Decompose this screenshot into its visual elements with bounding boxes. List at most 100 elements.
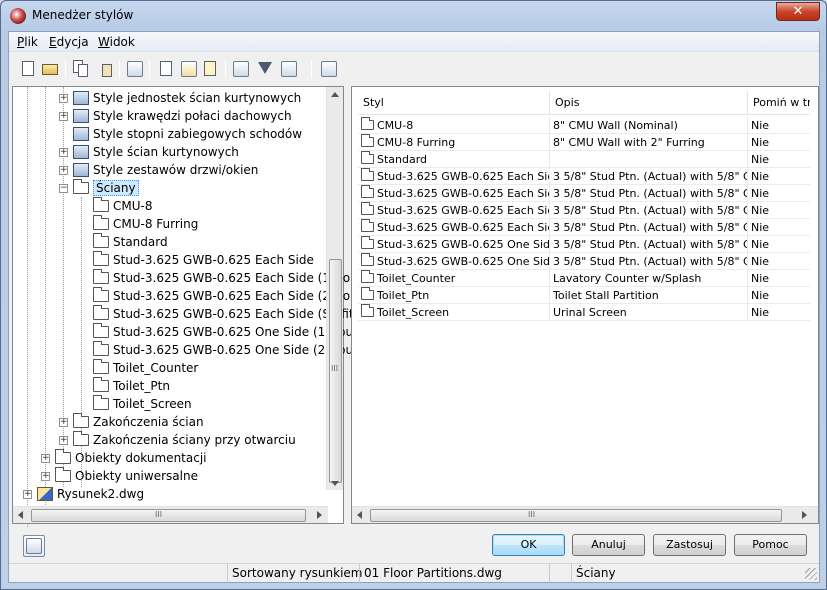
tree-item-label: CMU-8 Furring <box>113 217 199 231</box>
folder-icon <box>93 305 109 320</box>
menu-edycja[interactable]: Edycja <box>49 35 89 49</box>
folder-icon <box>93 323 109 338</box>
tree-item-label: Ściany <box>93 180 139 196</box>
folder-icon <box>93 395 109 410</box>
tree-vertical-scrollbar[interactable]: III <box>326 87 343 490</box>
table-row[interactable]: Stud-3.625 GWB-0.625 One Side... 3 5/8" S… <box>358 253 810 270</box>
apply-button[interactable]: Zastosuj <box>653 534 726 556</box>
table-row[interactable]: Stud-3.625 GWB-0.625 Each Sid... 3 5/8" S… <box>358 219 810 236</box>
table-row[interactable]: Toilet_Counter Lavatory Counter w/Splash N… <box>358 270 810 287</box>
close-button[interactable]: ✕ <box>776 2 820 21</box>
list-scroll-right-icon[interactable] <box>802 511 807 519</box>
style-name: Toilet_Counter <box>377 272 456 285</box>
tree-item-label: Style zestawów drzwi/okien <box>93 163 259 177</box>
purge-icon[interactable] <box>125 59 145 79</box>
title-bar[interactable]: Menedżer stylów ✕ <box>1 1 826 31</box>
style-folder-icon <box>361 253 374 266</box>
table-cell: Nie <box>748 304 810 321</box>
ok-button[interactable]: OK <box>492 534 565 556</box>
view-options-icon[interactable] <box>279 59 305 79</box>
menu-plik[interactable]: Plik <box>17 35 38 49</box>
table-cell: Nie <box>748 168 810 185</box>
status-bar: Sortowany rysunkiem 01 Floor Partitions.… <box>9 563 819 583</box>
table-cell: 3 5/8" Stud Ptn. (Actual) with 5/8" G... <box>550 236 748 253</box>
style-category-icon <box>73 127 89 141</box>
table-row[interactable]: Stud-3.625 GWB-0.625 One Side... 3 5/8" S… <box>358 236 810 253</box>
table-cell: Nie <box>748 151 810 168</box>
scroll-right-icon[interactable] <box>317 511 322 519</box>
collapse-icon[interactable]: − <box>59 184 68 193</box>
toggle-view-button[interactable] <box>23 535 45 557</box>
style-folder-icon <box>361 202 374 215</box>
table-row[interactable]: CMU-8 8" CMU Wall (Nominal) Nie <box>358 117 810 134</box>
folder-icon <box>73 413 89 428</box>
filter-icon[interactable] <box>255 59 275 79</box>
open-drawing-icon[interactable] <box>41 59 61 79</box>
copy-icon[interactable] <box>71 59 91 79</box>
table-cell: Nie <box>748 236 810 253</box>
expand-icon[interactable]: + <box>59 418 68 427</box>
style-tree[interactable]: + Style jednostek ścian kurtynowych + Style… <box>12 86 367 527</box>
folder-icon <box>93 269 109 284</box>
table-row[interactable]: Stud-3.625 GWB-0.625 Each Sid... 3 5/8" S… <box>358 202 810 219</box>
style-name: Stud-3.625 GWB-0.625 Each Sid... <box>377 204 550 217</box>
list-scroll-left-icon[interactable] <box>357 511 362 519</box>
table-row[interactable]: Stud-3.625 GWB-0.625 Each Side 3 5/8" Stu… <box>358 168 810 185</box>
table-cell: 3 5/8" Stud Ptn. (Actual) with 5/8" G... <box>550 219 748 236</box>
column-header[interactable]: Pomiń w trał <box>748 91 810 115</box>
table-row[interactable]: Toilet_Ptn Toilet Stall Partition Nie <box>358 287 810 304</box>
table-cell: 8" CMU Wall (Nominal) <box>550 117 748 134</box>
column-header[interactable]: Styl <box>358 91 550 115</box>
status-drawing: 01 Floor Partitions.dwg <box>359 564 549 583</box>
column-header[interactable]: Opis <box>550 91 748 115</box>
menu-widok-mnemonic: W <box>98 35 110 49</box>
new-drawing-icon[interactable] <box>19 59 39 79</box>
style-folder-icon <box>361 304 374 317</box>
scroll-down-icon[interactable] <box>331 481 339 486</box>
tree-item-label: Standard <box>113 235 168 249</box>
menu-widok[interactable]: Widok <box>98 35 135 49</box>
style-name: Stud-3.625 GWB-0.625 One Side... <box>377 238 550 251</box>
resize-grip[interactable] <box>805 568 817 580</box>
table-cell: Stud-3.625 GWB-0.625 One Side... <box>358 253 550 270</box>
tree-item-label: Zakończenia ścian <box>93 415 204 429</box>
style-category-icon <box>73 109 89 123</box>
toggle-view-icon[interactable] <box>231 59 251 79</box>
expand-icon[interactable]: + <box>41 472 50 481</box>
scroll-left-icon[interactable] <box>18 511 23 519</box>
expand-icon[interactable]: + <box>23 490 32 499</box>
table-cell: CMU-8 <box>358 117 550 134</box>
edit-style-icon[interactable] <box>179 59 199 79</box>
list-horizontal-scrollbar[interactable]: III <box>352 506 818 523</box>
list-hscroll-thumb[interactable] <box>370 509 782 522</box>
table-cell: Nie <box>748 117 810 134</box>
tree-connector <box>27 87 28 527</box>
expand-icon[interactable]: + <box>59 148 68 157</box>
help-icon[interactable] <box>319 59 339 79</box>
style-category-icon <box>73 163 89 177</box>
tree-hscroll-thumb[interactable] <box>31 509 306 522</box>
scroll-up-icon[interactable] <box>331 92 339 97</box>
folder-icon <box>93 359 109 374</box>
expand-icon[interactable]: + <box>59 94 68 103</box>
menu-bar: Plik Edycja Widok <box>9 32 819 52</box>
style-name: CMU-8 Furring <box>377 136 456 149</box>
status-empty <box>549 564 571 583</box>
expand-icon[interactable]: + <box>59 112 68 121</box>
table-row[interactable]: CMU-8 Furring 8" CMU Wall with 2" Furring… <box>358 134 810 151</box>
new-style-icon[interactable] <box>157 59 177 79</box>
expand-icon[interactable]: + <box>59 436 68 445</box>
style-list[interactable]: StylOpisPomiń w trał CMU-88" CMU Wall (No… <box>351 86 819 524</box>
table-row[interactable]: Standard Nie <box>358 151 810 168</box>
table-row[interactable]: Stud-3.625 GWB-0.625 Each Sid... 3 5/8" S… <box>358 185 810 202</box>
table-row[interactable]: Toilet_Screen Urinal Screen Nie <box>358 304 810 321</box>
paste-icon[interactable] <box>95 59 115 79</box>
style-category-icon <box>73 91 89 105</box>
help-button[interactable]: Pomoc <box>734 534 807 556</box>
set-from-icon[interactable] <box>201 59 221 79</box>
tree-item-label: Style ścian kurtynowych <box>93 145 239 159</box>
tree-horizontal-scrollbar[interactable]: III <box>13 506 328 523</box>
cancel-button[interactable]: Anuluj <box>572 534 645 556</box>
expand-icon[interactable]: + <box>41 454 50 463</box>
expand-icon[interactable]: + <box>59 166 68 175</box>
